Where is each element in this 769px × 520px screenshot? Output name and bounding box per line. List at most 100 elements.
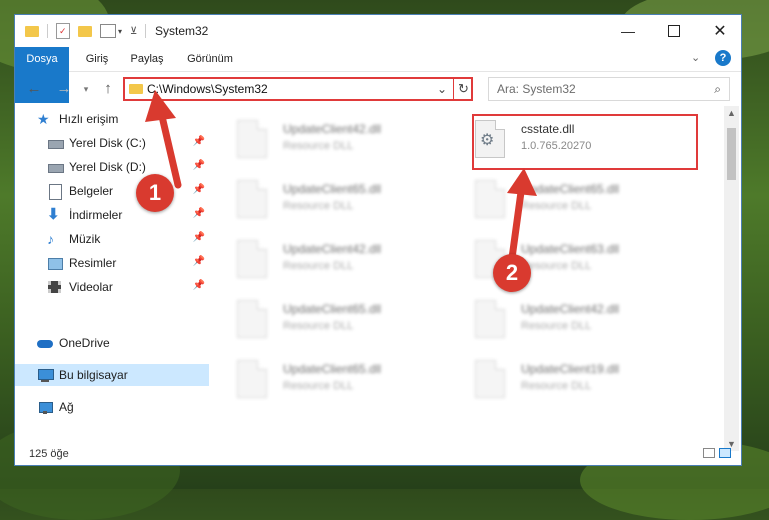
file-item[interactable]: UpdateClient63.dll Resource DLL xyxy=(453,236,688,292)
file-description: Resource DLL xyxy=(283,200,354,212)
dll-file-icon xyxy=(237,180,267,218)
dll-file-icon xyxy=(237,300,267,338)
large-icons-view-icon[interactable] xyxy=(719,448,731,458)
sidebar-item-label: Ağ xyxy=(59,400,74,414)
customize-toolbar-icon[interactable]: ⊻ xyxy=(130,26,137,37)
status-bar: 125 öğe xyxy=(15,443,741,465)
file-item[interactable]: UpdateClient42.dll Resource DLL xyxy=(453,296,688,352)
csstate-highlight xyxy=(472,114,698,170)
dll-file-icon xyxy=(237,360,267,398)
address-row: ← → ▾ ↑ C:\Windows\System32 ⌄ ↻ Ara: Sys… xyxy=(15,72,741,106)
up-button[interactable]: ↑ xyxy=(99,80,117,97)
chevron-down-icon: ▾ xyxy=(83,84,89,94)
recent-locations-button[interactable]: ▾ xyxy=(77,84,95,95)
scroll-thumb[interactable] xyxy=(727,128,736,180)
computer-icon xyxy=(37,367,54,383)
pin-icon[interactable]: 📌 xyxy=(193,160,205,171)
file-description: Resource DLL xyxy=(283,140,354,152)
sidebar-item-onedrive[interactable]: OneDrive xyxy=(15,332,209,354)
pin-icon[interactable]: 📌 xyxy=(193,280,205,291)
details-view-icon[interactable] xyxy=(703,448,715,458)
drive-icon xyxy=(47,159,64,175)
folder-icon[interactable] xyxy=(25,25,39,37)
dll-file-icon xyxy=(475,180,505,218)
sidebar-item-drive-c[interactable]: Yerel Disk (C:) 📌 xyxy=(15,132,209,154)
sidebar-item-label: Yerel Disk (C:) xyxy=(69,136,146,150)
search-box[interactable]: Ara: System32 ⌕ xyxy=(488,77,730,101)
file-item[interactable]: UpdateClient42.dll Resource DLL xyxy=(215,116,450,172)
file-item[interactable]: UpdateClient65.dll Resource DLL xyxy=(215,356,450,412)
cloud-icon xyxy=(37,335,53,351)
sidebar-item-label: Müzik xyxy=(69,232,101,246)
address-path[interactable]: C:\Windows\System32 xyxy=(147,82,268,96)
close-icon: ✕ xyxy=(713,23,727,40)
pin-icon[interactable]: 📌 xyxy=(193,184,205,195)
music-icon: ♪ xyxy=(47,231,54,247)
sidebar-item-quick-access[interactable]: ★ Hızlı erişim xyxy=(15,108,209,130)
separator xyxy=(47,24,48,38)
sidebar-item-videos[interactable]: Videolar 📌 xyxy=(15,276,209,298)
file-item[interactable]: UpdateClient42.dll Resource DLL xyxy=(215,236,450,292)
file-item[interactable]: UpdateClient65.dll Resource DLL xyxy=(215,296,450,352)
address-bar[interactable]: C:\Windows\System32 ⌄ ↻ xyxy=(123,77,473,101)
refresh-button[interactable]: ↻ xyxy=(458,81,469,97)
pin-icon[interactable]: 📌 xyxy=(193,208,205,219)
separator xyxy=(145,24,147,38)
navigation-pane: ★ Hızlı erişim Yerel Disk (C:) 📌 Yerel D… xyxy=(15,106,211,446)
videos-icon xyxy=(47,279,63,295)
file-description: Resource DLL xyxy=(283,260,354,272)
forward-button[interactable]: → xyxy=(55,80,73,97)
maximize-button[interactable] xyxy=(651,15,697,47)
view-icon[interactable] xyxy=(100,24,116,38)
refresh-icon: ↻ xyxy=(458,81,469,96)
help-icon[interactable]: ? xyxy=(715,50,731,66)
vertical-scrollbar[interactable]: ▲ ▼ xyxy=(724,106,739,451)
tab-gorunum[interactable]: Görünüm xyxy=(179,47,241,71)
pin-icon[interactable]: 📌 xyxy=(193,136,205,147)
sidebar-item-label: İndirmeler xyxy=(69,208,123,222)
file-description: Resource DLL xyxy=(521,380,592,392)
download-icon: ⬇ xyxy=(47,206,60,223)
maximize-icon xyxy=(668,25,680,37)
sidebar-item-drive-d[interactable]: Yerel Disk (D:) 📌 xyxy=(15,156,209,178)
dll-file-icon xyxy=(237,240,267,278)
file-name: UpdateClient42.dll xyxy=(283,122,382,136)
file-name: UpdateClient65.dll xyxy=(283,362,382,376)
file-item[interactable]: UpdateClient19.dll Resource DLL xyxy=(453,356,688,412)
documents-icon xyxy=(47,183,63,200)
sidebar-item-this-pc[interactable]: Bu bilgisayar xyxy=(15,364,209,386)
close-button[interactable]: ✕ xyxy=(697,15,741,47)
address-dropdown-icon[interactable]: ⌄ xyxy=(437,82,447,96)
properties-icon[interactable]: ✓ xyxy=(56,23,70,39)
sidebar-item-documents[interactable]: Belgeler 📌 xyxy=(15,180,209,202)
file-name: UpdateClient63.dll xyxy=(521,242,620,256)
sidebar-item-network[interactable]: Ağ xyxy=(15,396,209,418)
arrow-left-icon: ← xyxy=(26,80,42,97)
file-description: Resource DLL xyxy=(283,380,354,392)
chevron-down-icon[interactable]: ▾ xyxy=(118,27,122,36)
new-folder-icon[interactable] xyxy=(78,25,92,37)
search-input[interactable]: Ara: System32 xyxy=(497,82,576,96)
sidebar-item-downloads[interactable]: ⬇ İndirmeler 📌 xyxy=(15,204,209,226)
tab-giris[interactable]: Giriş xyxy=(77,47,117,71)
sidebar-item-label: Belgeler xyxy=(69,184,114,198)
minimize-button[interactable]: — xyxy=(605,15,651,47)
pin-icon[interactable]: 📌 xyxy=(193,232,205,243)
pin-icon[interactable]: 📌 xyxy=(193,256,205,267)
ribbon-expand-icon[interactable]: ⌄ xyxy=(691,51,700,64)
pictures-icon xyxy=(47,255,63,271)
network-icon xyxy=(37,399,53,415)
item-count: 125 öğe xyxy=(29,448,69,460)
file-item[interactable]: UpdateClient65.dll Resource DLL xyxy=(215,176,450,232)
back-button[interactable]: ← xyxy=(25,80,43,97)
sidebar-item-music[interactable]: ♪ Müzik 📌 xyxy=(15,228,209,250)
tab-paylas[interactable]: Paylaş xyxy=(123,47,171,71)
sidebar-item-label: Resimler xyxy=(69,256,117,270)
file-name: UpdateClient65.dll xyxy=(283,302,382,316)
sidebar-item-label: Hızlı erişim xyxy=(59,112,119,126)
scroll-up-icon[interactable]: ▲ xyxy=(727,108,736,118)
sidebar-item-pictures[interactable]: Resimler 📌 xyxy=(15,252,209,274)
file-item[interactable]: UpdateClient65.dll Resource DLL xyxy=(453,176,688,232)
sidebar-item-label: Bu bilgisayar xyxy=(59,368,128,382)
search-icon[interactable]: ⌕ xyxy=(714,82,721,97)
